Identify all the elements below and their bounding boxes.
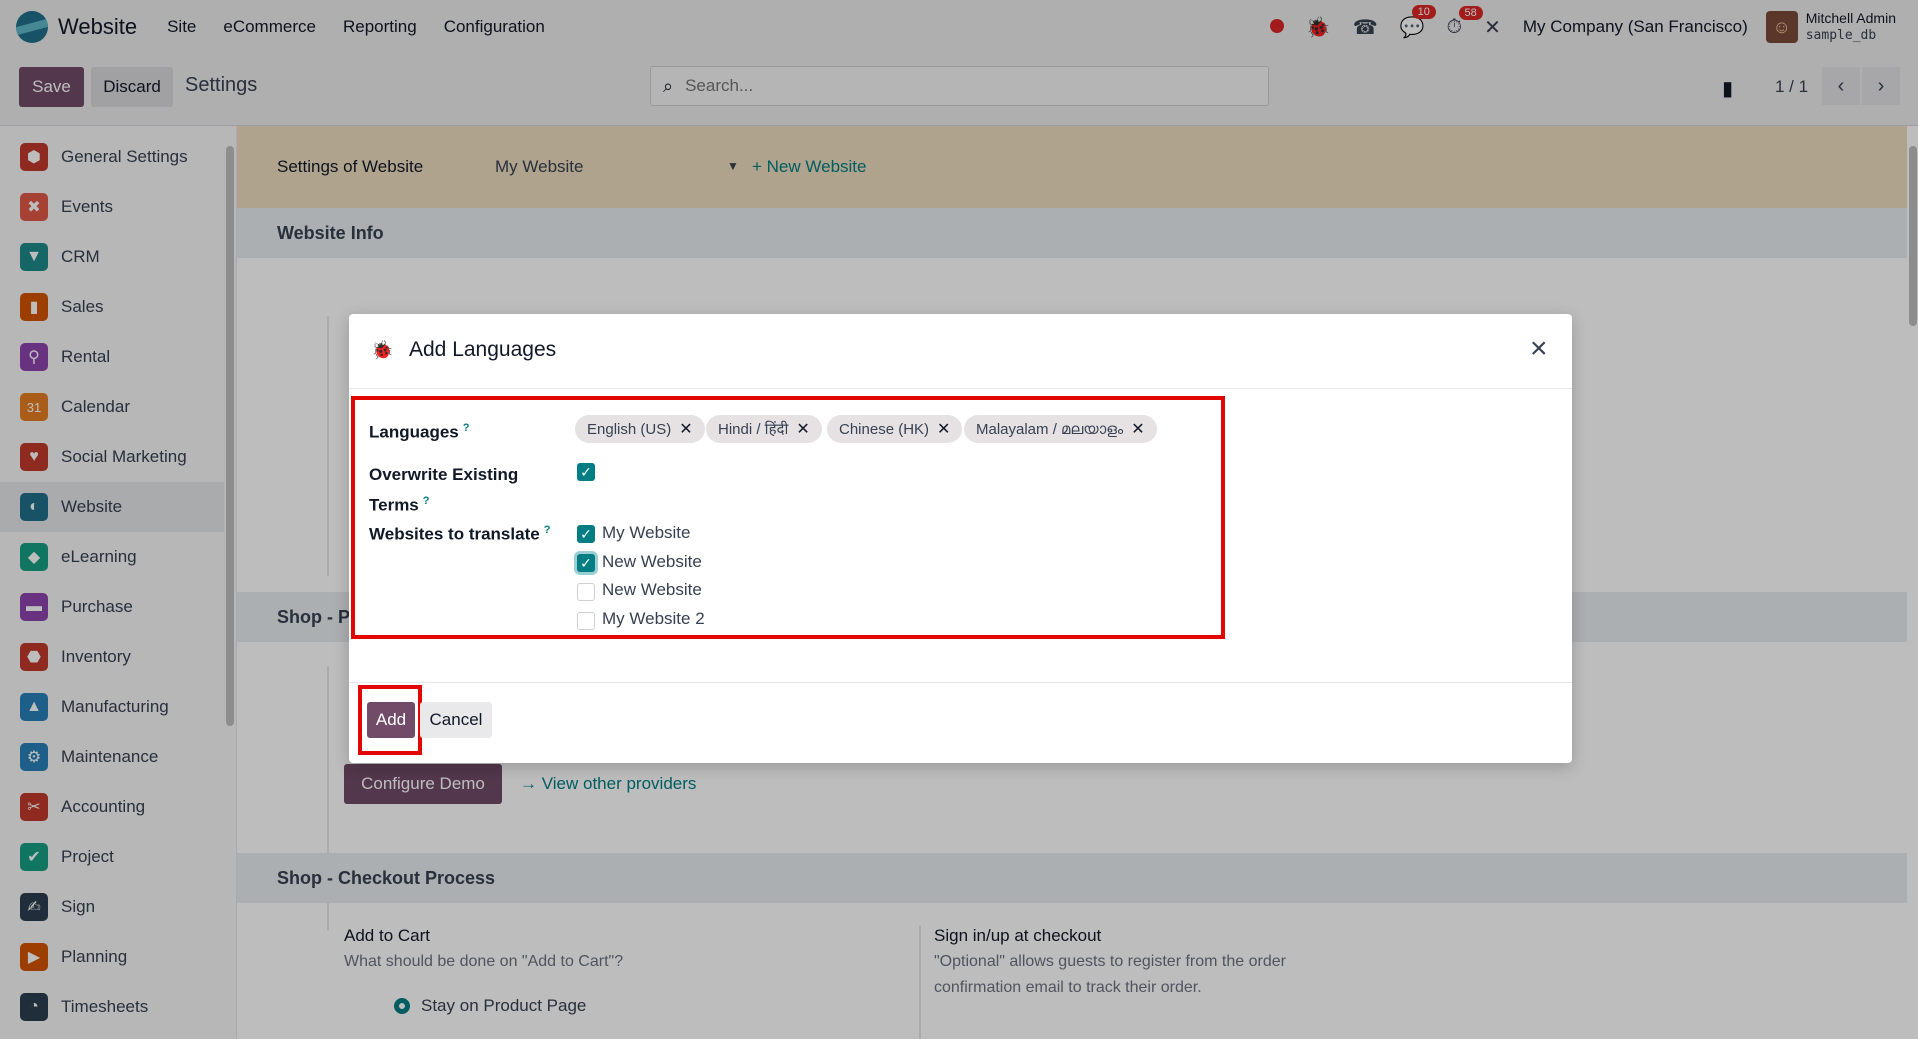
help-icon[interactable]: ? <box>463 422 470 434</box>
language-tag: Malayalam / മലയാളം ✕ <box>964 415 1157 443</box>
dialog-header: 🐞 Add Languages × <box>349 314 1572 389</box>
language-tag: English (US) ✕ <box>575 415 705 443</box>
close-icon[interactable]: × <box>1530 334 1548 364</box>
languages-label: Languages? <box>369 422 470 442</box>
add-button[interactable]: Add <box>367 702 415 738</box>
websites-label: Websites to translate? <box>369 524 551 544</box>
website-option-label: New Website <box>602 552 702 571</box>
remove-tag-icon[interactable]: ✕ <box>796 419 809 439</box>
website-checkbox[interactable]: ✓ <box>577 554 595 572</box>
cancel-button[interactable]: Cancel <box>420 702 492 738</box>
overwrite-label: Overwrite Existing Terms? <box>369 465 519 515</box>
website-checkbox[interactable] <box>577 612 595 630</box>
website-checkbox[interactable] <box>577 583 595 601</box>
remove-tag-icon[interactable]: ✕ <box>679 419 692 439</box>
website-checkbox[interactable]: ✓ <box>577 525 595 543</box>
website-option-label: My Website 2 <box>602 609 705 628</box>
help-icon[interactable]: ? <box>544 524 551 536</box>
remove-tag-icon[interactable]: ✕ <box>937 419 950 439</box>
website-option-label: My Website <box>602 523 691 542</box>
overwrite-checkbox[interactable]: ✓ <box>577 463 595 481</box>
help-icon[interactable]: ? <box>423 495 430 507</box>
add-languages-dialog: 🐞 Add Languages × Languages? English (US… <box>349 314 1572 763</box>
dialog-footer: Add Cancel <box>349 682 1572 763</box>
language-tag: Chinese (HK) ✕ <box>827 415 963 443</box>
website-option-label: New Website <box>602 580 702 599</box>
bug-icon: 🐞 <box>371 340 394 360</box>
dialog-title: Add Languages <box>409 338 557 361</box>
language-tag: Hindi / हिंदी ✕ <box>706 415 822 443</box>
remove-tag-icon[interactable]: ✕ <box>1131 419 1144 439</box>
